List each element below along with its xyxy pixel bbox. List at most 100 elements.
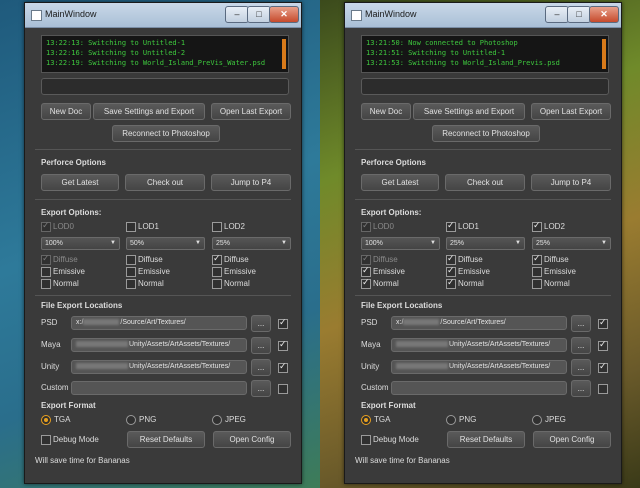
- debug-mode-checkbox[interactable]: [361, 435, 371, 445]
- command-input[interactable]: [361, 78, 609, 95]
- format-png-radio[interactable]: [126, 415, 136, 425]
- lod1-checkbox[interactable]: [126, 222, 136, 232]
- open-config-button[interactable]: Open Config: [213, 431, 291, 448]
- unity-browse-button[interactable]: ...: [571, 359, 591, 376]
- close-icon: ✕: [600, 9, 608, 19]
- psd-browse-button[interactable]: ...: [251, 315, 271, 332]
- format-tga-radio[interactable]: [41, 415, 51, 425]
- unity-enabled-checkbox[interactable]: [278, 361, 288, 373]
- custom-browse-button[interactable]: ...: [251, 380, 271, 397]
- lod0-emissive-checkbox[interactable]: [361, 265, 371, 277]
- lod1-diffuse-checkbox[interactable]: [446, 253, 456, 265]
- psd-enabled-checkbox[interactable]: [598, 317, 608, 329]
- custom-path-field[interactable]: [391, 381, 567, 395]
- lod2-normal-checkbox[interactable]: [532, 279, 542, 289]
- lod1-emissive-checkbox[interactable]: [126, 267, 136, 277]
- lod0-percent-dropdown[interactable]: 100% ▼: [41, 237, 120, 250]
- reset-defaults-button[interactable]: Reset Defaults: [447, 431, 525, 448]
- lod1-percent-dropdown[interactable]: 25% ▼: [446, 237, 525, 250]
- log-output[interactable]: 13:21:50: Now connected to Photoshop 13:…: [361, 35, 609, 73]
- lod0-label: LOD0: [373, 222, 394, 231]
- lod2-emissive-checkbox[interactable]: [212, 267, 222, 277]
- maya-browse-button[interactable]: ...: [251, 337, 271, 354]
- lod0-checkbox[interactable]: [41, 220, 51, 232]
- custom-enabled-checkbox[interactable]: [598, 384, 608, 394]
- debug-mode-checkbox[interactable]: [41, 435, 51, 445]
- lod2-percent-dropdown[interactable]: 25% ▼: [532, 237, 611, 250]
- jump-to-p4-button[interactable]: Jump to P4: [211, 174, 291, 191]
- lod2-diffuse-checkbox[interactable]: [212, 253, 222, 265]
- psd-browse-button[interactable]: ...: [571, 315, 591, 332]
- maya-browse-button[interactable]: ...: [571, 337, 591, 354]
- open-config-button[interactable]: Open Config: [533, 431, 611, 448]
- log-output[interactable]: 13:22:13: Switching to Untitled-1 13:22:…: [41, 35, 289, 73]
- maximize-button[interactable]: □: [247, 6, 271, 23]
- lod2-checkbox[interactable]: [532, 220, 542, 232]
- reconnect-photoshop-button[interactable]: Reconnect to Photoshop: [432, 125, 540, 142]
- unity-label: Unity: [41, 362, 60, 371]
- lod0-normal-checkbox[interactable]: [361, 277, 371, 289]
- lod1-emissive-checkbox[interactable]: [446, 265, 456, 277]
- lod0-checkbox[interactable]: [361, 220, 371, 232]
- command-input[interactable]: [41, 78, 289, 95]
- lod0-emissive-label: Emissive: [373, 267, 406, 276]
- close-button[interactable]: ✕: [269, 6, 299, 23]
- lod2-emissive-checkbox[interactable]: [532, 267, 542, 277]
- check-out-button[interactable]: Check out: [445, 174, 525, 191]
- save-settings-export-button[interactable]: Save Settings and Export: [413, 103, 525, 120]
- check-out-button[interactable]: Check out: [125, 174, 205, 191]
- maya-path-field[interactable]: Unity/Assets/ArtAssets/Textures/: [391, 338, 567, 352]
- lod0-normal-checkbox[interactable]: [41, 279, 51, 289]
- format-tga-radio[interactable]: [361, 415, 371, 425]
- lod2-checkbox[interactable]: [212, 222, 222, 232]
- lod0-percent-dropdown[interactable]: 100% ▼: [361, 237, 440, 250]
- format-png-radio[interactable]: [446, 415, 456, 425]
- get-latest-button[interactable]: Get Latest: [361, 174, 439, 191]
- lod2-percent-dropdown[interactable]: 25% ▼: [212, 237, 291, 250]
- new-doc-button[interactable]: New Doc: [361, 103, 411, 120]
- log-scrollbar[interactable]: [282, 39, 286, 69]
- maya-enabled-checkbox[interactable]: [278, 339, 288, 351]
- maya-enabled-checkbox[interactable]: [598, 339, 608, 351]
- lod2-diffuse-checkbox[interactable]: [532, 253, 542, 265]
- format-jpeg-radio[interactable]: [212, 415, 222, 425]
- title-bar[interactable]: MainWindow – □ ✕: [25, 3, 301, 28]
- get-latest-button[interactable]: Get Latest: [41, 174, 119, 191]
- open-last-export-button[interactable]: Open Last Export: [531, 103, 611, 120]
- lod1-checkbox[interactable]: [446, 220, 456, 232]
- minimize-button[interactable]: –: [545, 6, 569, 23]
- psd-path-field[interactable]: x:/ /Source/Art/Textures/: [391, 316, 567, 330]
- lod1-percent-value: 50%: [130, 240, 145, 247]
- new-doc-button[interactable]: New Doc: [41, 103, 91, 120]
- custom-path-field[interactable]: [71, 381, 247, 395]
- log-scrollbar[interactable]: [602, 39, 606, 69]
- lod0-diffuse-checkbox[interactable]: [41, 253, 51, 265]
- reconnect-photoshop-button[interactable]: Reconnect to Photoshop: [112, 125, 220, 142]
- open-last-export-button[interactable]: Open Last Export: [211, 103, 291, 120]
- maximize-button[interactable]: □: [567, 6, 591, 23]
- maya-path-field[interactable]: Unity/Assets/ArtAssets/Textures/: [71, 338, 247, 352]
- title-bar[interactable]: MainWindow – □ ✕: [345, 3, 621, 28]
- save-settings-export-button[interactable]: Save Settings and Export: [93, 103, 205, 120]
- lod2-normal-checkbox[interactable]: [212, 279, 222, 289]
- lod1-diffuse-checkbox[interactable]: [126, 255, 136, 265]
- lod0-emissive-checkbox[interactable]: [41, 267, 51, 277]
- format-jpeg-radio[interactable]: [532, 415, 542, 425]
- unity-enabled-checkbox[interactable]: [598, 361, 608, 373]
- lod1-normal-checkbox[interactable]: [446, 277, 456, 289]
- jump-to-p4-button[interactable]: Jump to P4: [531, 174, 611, 191]
- custom-enabled-checkbox[interactable]: [278, 384, 288, 394]
- unity-browse-button[interactable]: ...: [251, 359, 271, 376]
- custom-browse-button[interactable]: ...: [571, 380, 591, 397]
- unity-label: Unity: [361, 362, 380, 371]
- minimize-button[interactable]: –: [225, 6, 249, 23]
- close-button[interactable]: ✕: [589, 6, 619, 23]
- reset-defaults-button[interactable]: Reset Defaults: [127, 431, 205, 448]
- unity-path-field[interactable]: Unity/Assets/ArtAssets/Textures/: [71, 360, 247, 374]
- psd-path-field[interactable]: x:/ /Source/Art/Textures/: [71, 316, 247, 330]
- lod1-percent-dropdown[interactable]: 50% ▼: [126, 237, 205, 250]
- unity-path-field[interactable]: Unity/Assets/ArtAssets/Textures/: [391, 360, 567, 374]
- lod1-normal-checkbox[interactable]: [126, 279, 136, 289]
- psd-enabled-checkbox[interactable]: [278, 317, 288, 329]
- lod0-diffuse-checkbox[interactable]: [361, 253, 371, 265]
